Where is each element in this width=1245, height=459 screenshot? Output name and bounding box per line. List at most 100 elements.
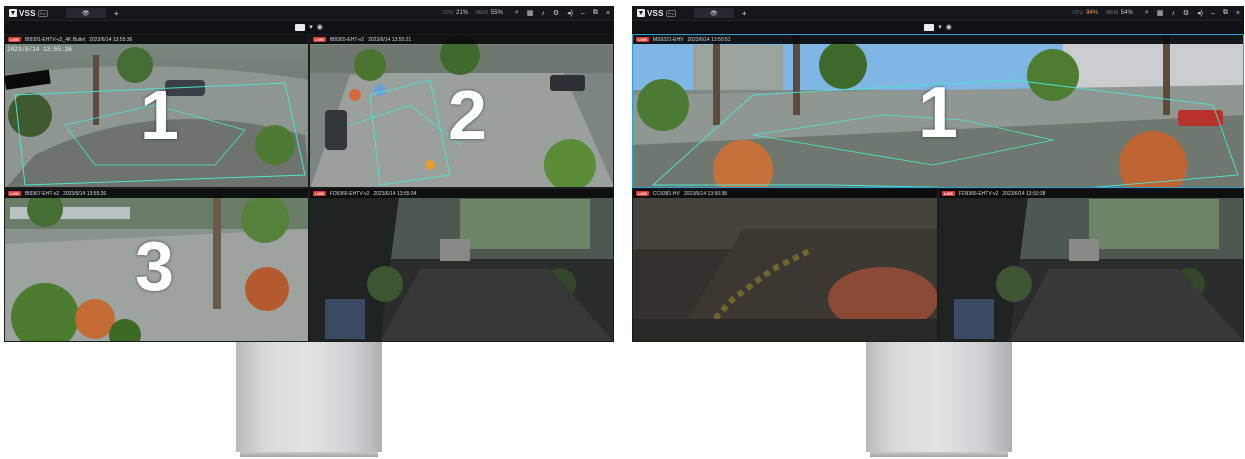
camera-timestamp: 2023/6/14 13:50:38 [683,190,727,197]
osd-timestamp: 2023/6/14 13:55:36 [7,46,72,53]
camera-name: IB9365-EHT-v2 [329,36,365,43]
camera-tile-1[interactable]: LIVE IB9391-EHTV-v2_4K Bullet 2023/6/14 … [4,34,309,188]
layout-grid-icon[interactable] [924,23,935,31]
volume-icon[interactable]: ◂) [567,9,573,17]
right-monitor: VSS Pro 👁 + CPU 94% MEM 54% ⌕ ▦ ♪ ⚙ ◂) –… [632,6,1244,459]
camera-tile-2[interactable]: LIVE CC9381-HV 2023/6/14 13:50:38 [632,188,938,342]
eye-toggle-icon[interactable]: ◉ [317,23,323,31]
camera-timestamp: 2023/6/14 13:50:51 [687,36,731,43]
camera-grid: LIVE MS9321-EHV 2023/6/14 13:50:51 1 LIV… [632,34,1244,342]
eye-toggle-icon[interactable]: ◉ [946,23,952,31]
app-logo: VSS Pro [9,9,48,18]
tile-header: LIVE MS9321-EHV 2023/6/14 13:50:51 [633,35,1243,44]
mem-stat: MEM 54% [1106,10,1133,16]
logo-text: VSS [647,8,664,18]
vss-logo-icon [9,9,17,17]
monitor-stand [866,342,1012,452]
live-badge: LIVE [636,37,649,42]
eye-icon: 👁 [710,10,718,17]
camera-feed-image [939,189,1243,341]
minimize-icon[interactable]: – [581,10,585,17]
logo-badge: Pro [37,9,48,17]
gear-icon[interactable]: ⚙ [1183,9,1189,17]
minimize-icon[interactable]: – [1211,10,1215,17]
app-logo: VSS Pro [637,9,676,18]
tile-number: 3 [135,227,174,305]
vss-logo-icon [637,9,645,17]
gear-icon[interactable]: ⚙ [553,9,559,17]
add-tab-button[interactable]: + [114,9,119,18]
tile-header: LIVE IB9365-EHT-v2 2023/6/14 13:55:21 [310,35,613,44]
tab-live-view[interactable]: 👁 [65,8,106,18]
eye-icon: 👁 [82,10,90,17]
search-icon[interactable]: ⌕ [1145,9,1149,17]
camera-name: CC9381-HV [652,190,680,197]
camera-timestamp: 2023/6/14 13:50:38 [1002,190,1046,197]
left-monitor: VSS Pro 👁 + CPU 21% MEM 55% ⌕ ▦ ♪ ⚙ ◂) –… [4,6,614,459]
view-toolbar: ▾ ◉ [4,21,614,33]
restore-icon[interactable]: ⧉ [1223,9,1228,17]
mem-value: 55% [490,10,503,16]
live-badge: LIVE [8,37,21,42]
camera-name: FD9366-EHTV-v2 [958,190,999,197]
chevron-down-icon[interactable]: ▾ [309,23,313,31]
camera-tile-3[interactable]: LIVE IB9367-EHT-v2 2023/6/14 13:55:26 3 [4,188,309,342]
camera-tile-3[interactable]: LIVE FD9366-EHTV-v2 2023/6/14 13:50:38 [938,188,1244,342]
live-badge: LIVE [313,37,326,42]
view-toolbar: ▾ ◉ [632,21,1244,33]
tile-header: LIVE CC9381-HV 2023/6/14 13:50:38 [633,189,937,198]
cpu-label: CPU [1072,10,1084,16]
cpu-label: CPU [442,10,454,16]
live-badge: LIVE [636,191,649,196]
cpu-value: 21% [456,10,469,16]
close-icon[interactable]: × [1236,10,1240,17]
search-icon[interactable]: ⌕ [515,9,519,17]
camera-feed-image [310,189,613,341]
camera-name: MS9321-EHV [652,36,684,43]
camera-feed-image [633,189,937,341]
camera-tile-2[interactable]: LIVE IB9365-EHT-v2 2023/6/14 13:55:21 2 [309,34,614,188]
bell-icon[interactable]: ♪ [541,10,545,17]
live-badge: LIVE [8,191,21,196]
chevron-down-icon[interactable]: ▾ [938,23,942,31]
top-bar: VSS Pro 👁 + CPU 94% MEM 54% ⌕ ▦ ♪ ⚙ ◂) –… [632,6,1244,21]
camera-tile-4[interactable]: LIVE FD9366-EHTV-v2 2023/6/14 13:55:34 [309,188,614,342]
live-badge: LIVE [942,191,955,196]
grid-icon[interactable]: ▦ [1157,9,1164,17]
mem-stat: MEM 55% [476,10,503,16]
camera-tile-1[interactable]: LIVE MS9321-EHV 2023/6/14 13:50:51 1 [632,34,1244,188]
tile-header: LIVE IB9367-EHT-v2 2023/6/14 13:55:26 [5,189,308,198]
tile-number: 1 [140,76,179,154]
camera-timestamp: 2023/6/14 13:55:34 [373,190,417,197]
add-tab-button[interactable]: + [742,9,747,18]
cpu-value: 94% [1086,10,1099,16]
monitor-stand [236,342,382,452]
monitor-stand-base [240,452,378,457]
volume-icon[interactable]: ◂) [1197,9,1203,17]
camera-timestamp: 2023/6/14 13:55:21 [368,36,412,43]
camera-grid: LIVE IB9391-EHTV-v2_4K Bullet 2023/6/14 … [4,34,614,342]
top-bar: VSS Pro 👁 + CPU 21% MEM 55% ⌕ ▦ ♪ ⚙ ◂) –… [4,6,614,21]
live-badge: LIVE [313,191,326,196]
layout-grid-icon[interactable] [295,23,306,31]
mem-label: MEM [476,10,488,16]
logo-text: VSS [19,8,36,18]
camera-timestamp: 2023/6/14 13:55:26 [63,190,107,197]
camera-timestamp: 2023/6/14 13:55:36 [89,36,133,43]
logo-badge: Pro [665,9,676,17]
monitor-stand-base [870,452,1008,457]
bell-icon[interactable]: ♪ [1171,10,1175,17]
cpu-stat: CPU 94% [1073,10,1099,16]
tile-header: LIVE FD9366-EHTV-v2 2023/6/14 13:55:34 [310,189,613,198]
tile-number: 2 [448,76,487,154]
close-icon[interactable]: × [606,10,610,17]
tile-header: LIVE FD9366-EHTV-v2 2023/6/14 13:50:38 [939,189,1243,198]
cpu-stat: CPU 21% [443,10,469,16]
tab-live-view[interactable]: 👁 [693,8,734,18]
restore-icon[interactable]: ⧉ [593,9,598,17]
grid-icon[interactable]: ▦ [527,9,534,17]
right-screen: VSS Pro 👁 + CPU 94% MEM 54% ⌕ ▦ ♪ ⚙ ◂) –… [632,6,1244,342]
camera-name: IB9391-EHTV-v2_4K Bullet [24,36,86,43]
tile-header: LIVE IB9391-EHTV-v2_4K Bullet 2023/6/14 … [5,35,308,44]
left-screen: VSS Pro 👁 + CPU 21% MEM 55% ⌕ ▦ ♪ ⚙ ◂) –… [4,6,614,342]
